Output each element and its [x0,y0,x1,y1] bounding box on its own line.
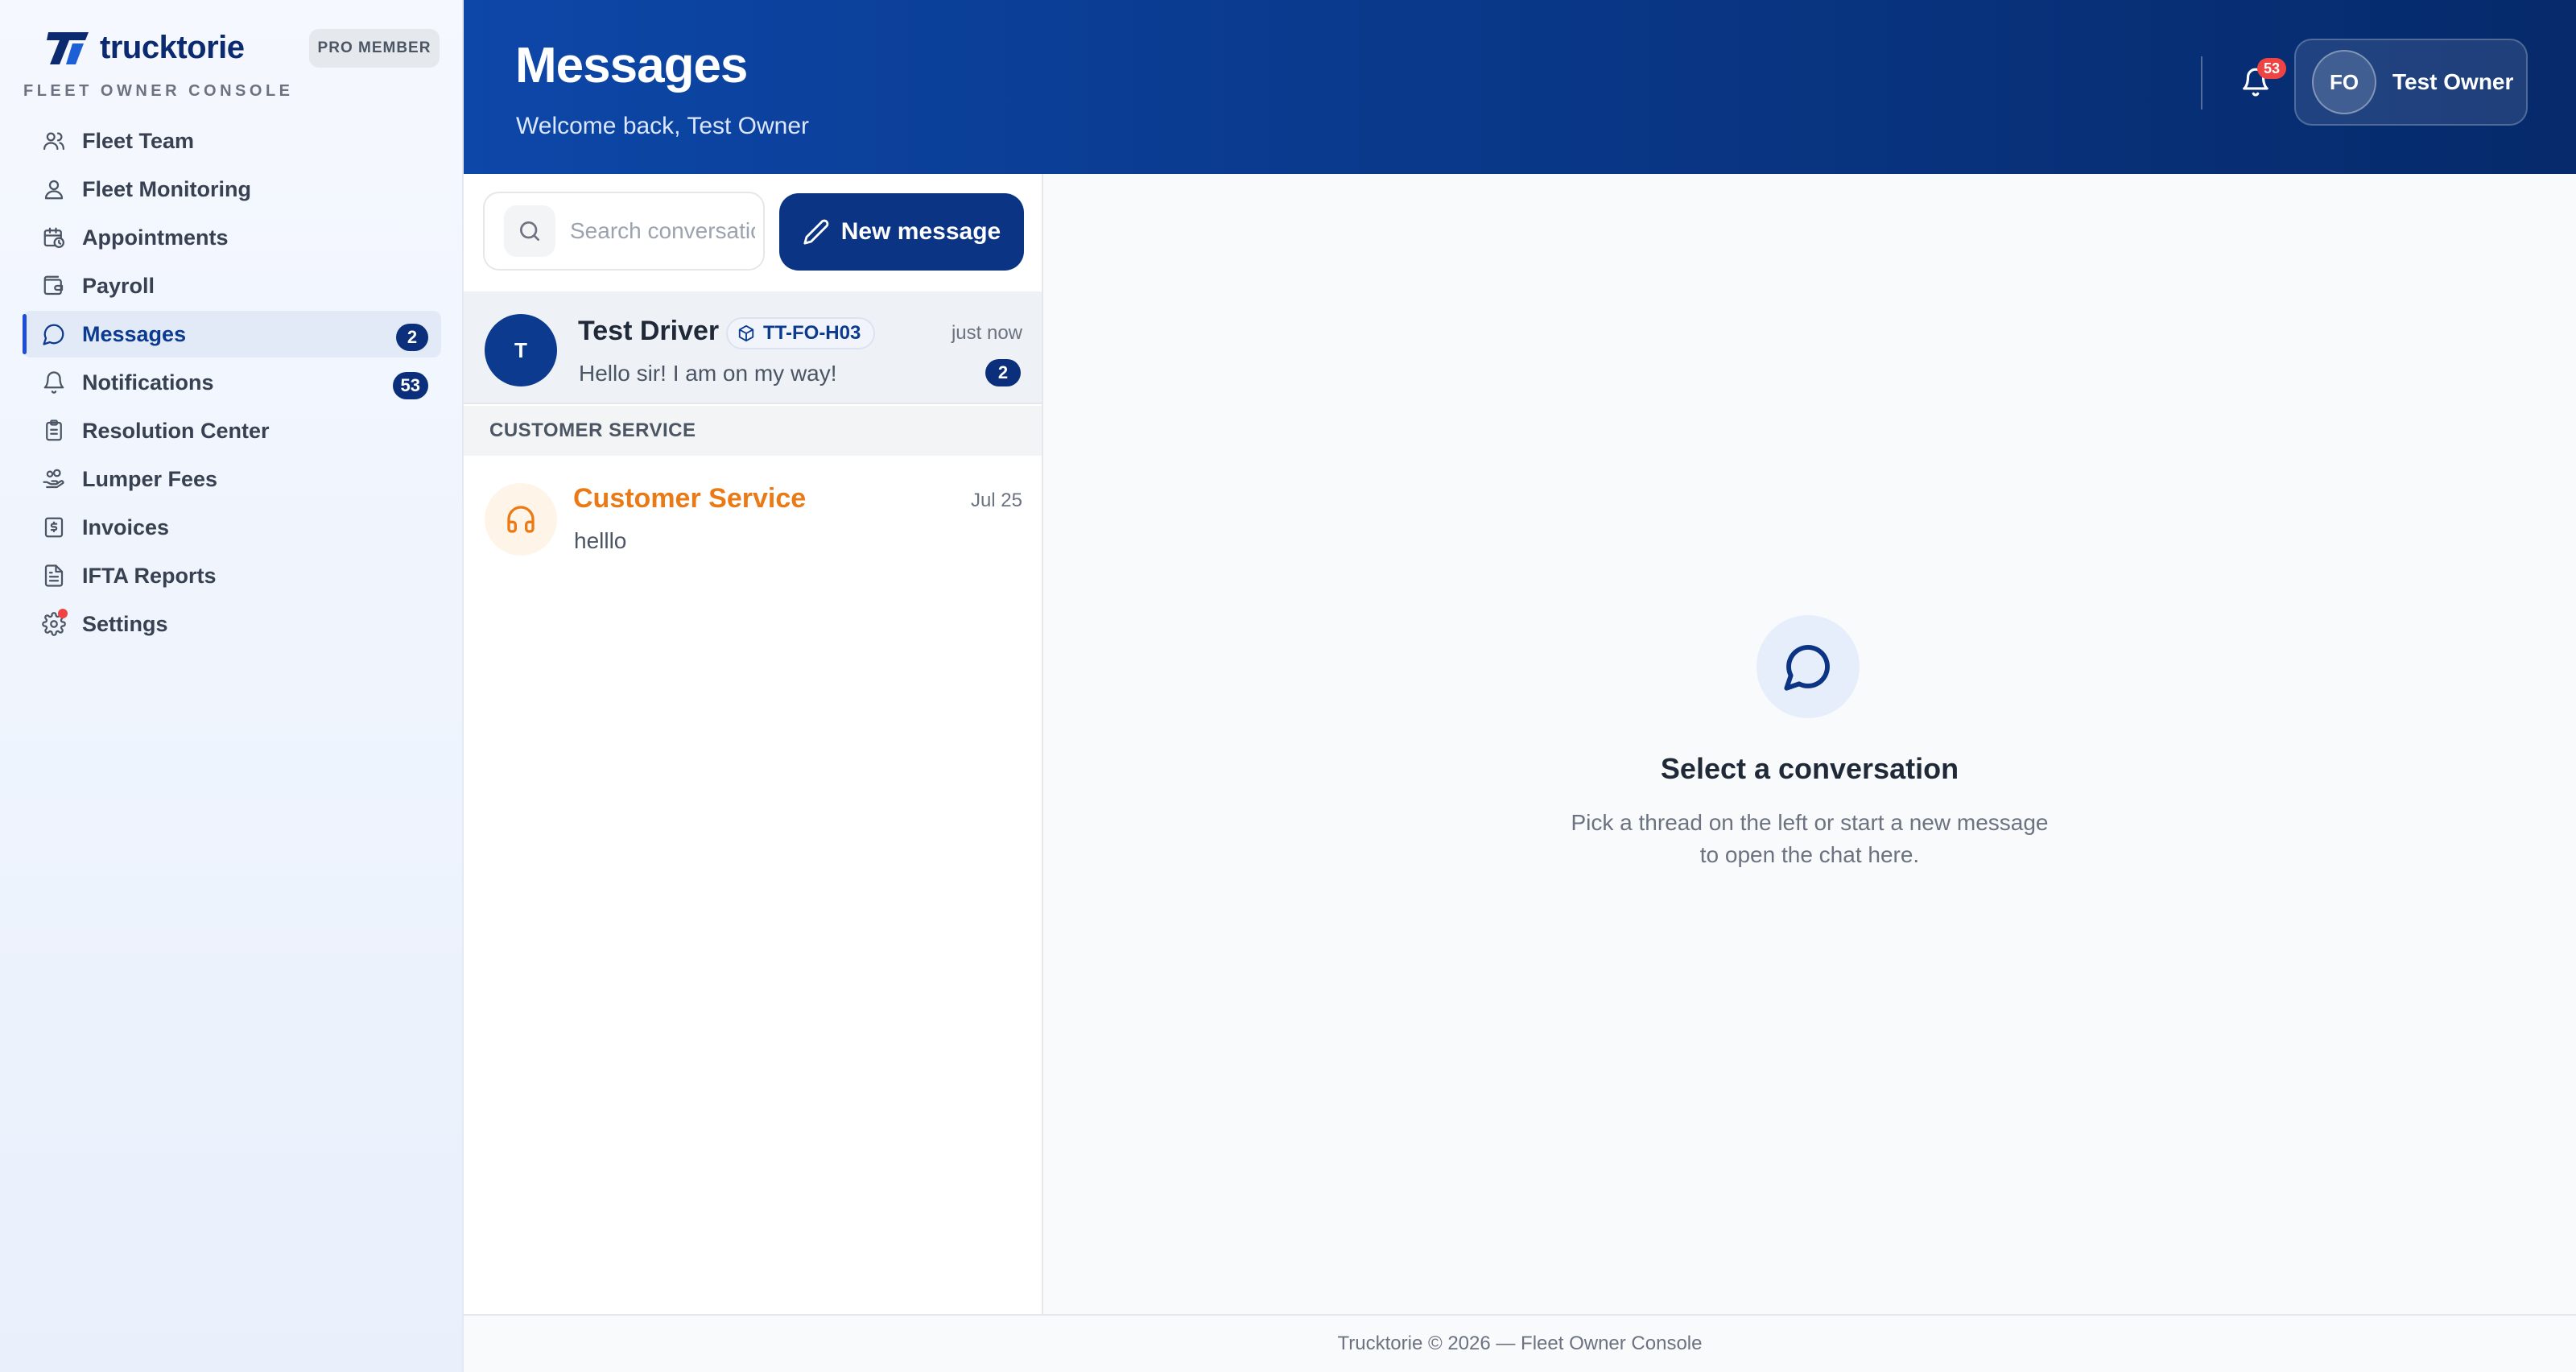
brand-logo[interactable]: trucktorie [45,29,245,66]
avatar: FO [2312,50,2376,114]
wallet-icon [40,272,68,300]
sidebar-item-messages[interactable]: Messages 2 [23,311,441,357]
sidebar: trucktorie PRO MEMBER FLEET OWNER CONSOL… [0,0,464,1372]
sidebar-item-ifta-reports[interactable]: IFTA Reports [23,552,441,599]
empty-state-subtitle: Pick a thread on the left or start a new… [1571,810,2049,867]
sidebar-item-label: Resolution Center [82,418,270,443]
sidebar-item-label: Settings [82,611,168,636]
sidebar-item-payroll[interactable]: Payroll [23,262,441,309]
thread-list-panel: New message T Test Driver TT-FO-H03 just… [464,174,1043,1314]
sidebar-item-fleet-team[interactable]: Fleet Team [23,118,441,164]
sidebar-item-fleet-monitoring[interactable]: Fleet Monitoring [23,166,441,213]
conversation-panel: Select a conversation Pick a thread on t… [1043,174,2576,1314]
thread-item-test-driver[interactable]: T Test Driver TT-FO-H03 just now Hello s… [464,291,1042,404]
thread-item-customer-service[interactable]: Customer Service Jul 25 helllo [464,456,1042,576]
user-pin-icon [40,176,68,203]
notifications-count-badge: 53 [392,372,428,399]
sidebar-item-appointments[interactable]: Appointments [23,214,441,261]
notification-count-badge: 53 [2257,58,2286,79]
thread-time: just now [951,322,1022,344]
user-menu-button[interactable]: FO Test Owner [2294,39,2528,126]
sidebar-item-notifications[interactable]: Notifications 53 [23,359,441,406]
avatar [485,483,557,556]
truck-tag-label: TT-FO-H03 [763,322,861,344]
sidebar-item-label: Lumper Fees [82,466,218,491]
gear-icon [40,609,68,638]
section-header-customer-service: CUSTOMER SERVICE [464,406,1042,456]
sidebar-item-settings[interactable]: Settings [23,601,441,647]
sidebar-item-label: Fleet Team [82,128,195,153]
sidebar-item-invoices[interactable]: Invoices [23,504,441,551]
pencil-icon [803,219,829,245]
truck-tag: TT-FO-H03 [726,317,876,349]
bell-icon [40,369,68,396]
user-name: Test Owner [2392,69,2514,94]
receipt-icon [40,514,68,541]
notifications-button[interactable]: 53 [2233,58,2286,105]
pro-member-badge: PRO MEMBER [309,29,440,68]
empty-state-title: Select a conversation [1660,752,1959,785]
box-icon [738,324,754,342]
calendar-clock-icon [40,224,68,251]
page-header: Messages Welcome back, Test Owner 53 FO … [464,0,2576,174]
sidebar-item-label: Notifications [82,370,214,395]
sidebar-item-label: Payroll [82,273,155,298]
sidebar-item-label: Invoices [82,514,170,539]
thread-time: Jul 25 [970,490,1022,511]
file-text-icon [40,562,68,589]
page-title: Messages [515,38,748,93]
brand-name: trucktorie [100,29,245,65]
search-icon [504,205,555,257]
thread-preview: helllo [574,528,627,553]
settings-alert-dot [58,609,68,618]
new-message-label: New message [840,218,1001,245]
clipboard-icon [40,417,68,444]
headphones-icon [507,506,535,533]
sidebar-item-label: Messages [82,321,187,346]
footer: Trucktorie © 2026 — Fleet Owner Console [464,1314,2576,1372]
unread-count-badge: 2 [985,359,1021,386]
console-label: FLEET OWNER CONSOLE [23,82,294,100]
trucktorie-logo-icon [47,32,89,64]
chat-bubble-icon [1757,615,1860,718]
messages-count-badge: 2 [396,324,428,351]
sidebar-nav: Fleet Team Fleet Monitoring Appointments… [23,118,441,649]
thread-name: Customer Service [573,483,807,514]
message-icon [40,320,68,348]
sidebar-item-label: Fleet Monitoring [82,176,251,201]
header-divider [2201,56,2202,110]
welcome-text: Welcome back, Test Owner [516,113,810,139]
sidebar-item-label: Appointments [82,225,229,250]
hand-coins-icon [40,465,68,493]
search-box[interactable] [483,192,765,271]
sidebar-item-label: IFTA Reports [82,563,217,588]
sidebar-item-resolution-center[interactable]: Resolution Center [23,407,441,454]
footer-text: Trucktorie © 2026 — Fleet Owner Console [1337,1333,1703,1354]
new-message-button[interactable]: New message [779,193,1024,271]
search-input[interactable] [570,218,755,244]
thread-preview: Hello sir! I am on my way! [579,361,837,386]
sidebar-item-lumper-fees[interactable]: Lumper Fees [23,456,441,502]
users-icon [40,127,68,155]
avatar: T [485,314,557,386]
thread-name: Test Driver [578,316,720,346]
